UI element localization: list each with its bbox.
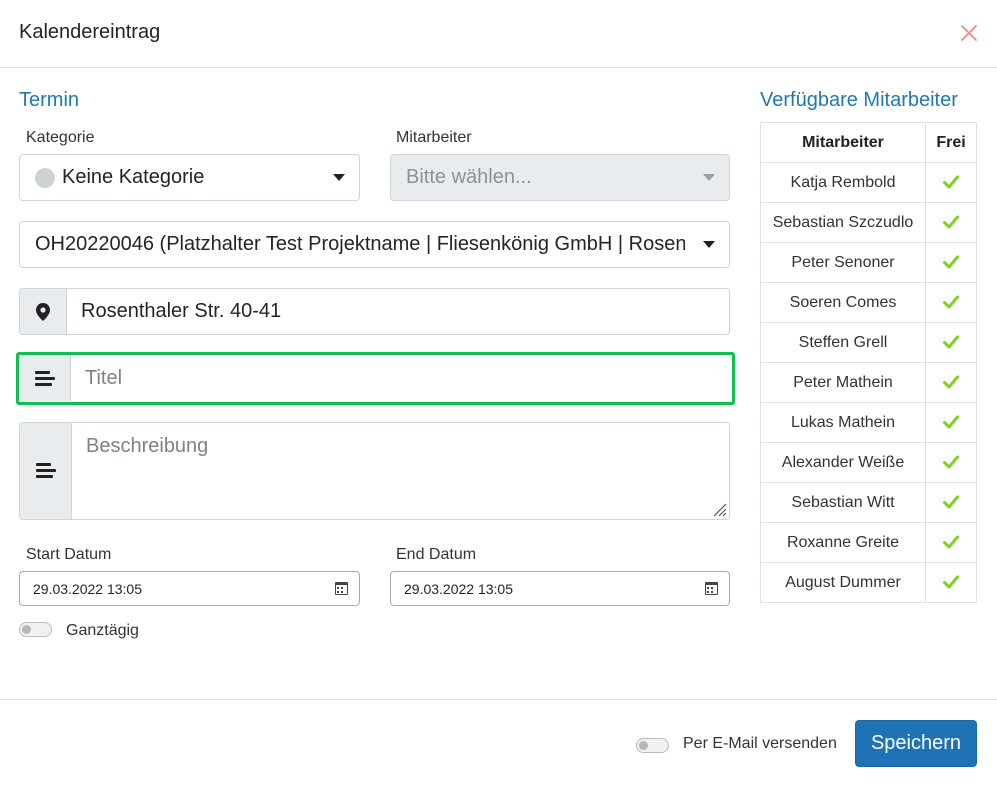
column-header-employee: Mitarbeiter bbox=[760, 122, 926, 163]
check-icon bbox=[943, 415, 959, 429]
check-icon bbox=[943, 375, 959, 389]
email-label: Per E-Mail versenden bbox=[683, 735, 837, 752]
free-status-cell bbox=[925, 202, 977, 243]
table-row: Alexander Weiße bbox=[760, 442, 977, 483]
start-date-value: 29.03.2022 13:05 bbox=[33, 580, 142, 597]
employee-name-cell: Soeren Comes bbox=[760, 282, 926, 323]
allday-label: Ganztägig bbox=[66, 622, 139, 639]
title-input-group: Titel bbox=[16, 352, 735, 405]
description-textarea[interactable]: Beschreibung bbox=[72, 423, 729, 519]
calendar-icon[interactable] bbox=[705, 582, 718, 595]
check-icon bbox=[943, 175, 959, 189]
free-status-cell bbox=[925, 522, 977, 563]
category-select-value: Keine Kategorie bbox=[62, 166, 205, 188]
table-row: Lukas Mathein bbox=[760, 402, 977, 443]
category-color-dot bbox=[35, 167, 55, 188]
free-status-cell bbox=[925, 322, 977, 363]
employee-name-cell: August Dummer bbox=[760, 562, 926, 603]
project-select[interactable]: OH20220046 (Platzhalter Test Projektname… bbox=[19, 221, 730, 268]
resize-handle-icon[interactable] bbox=[709, 499, 727, 517]
table-row: Sebastian Szczudlo bbox=[760, 202, 977, 243]
start-date-input[interactable]: 29.03.2022 13:05 bbox=[19, 571, 360, 606]
project-select-value: OH20220046 (Platzhalter Test Projektname… bbox=[35, 233, 685, 255]
chevron-down-icon bbox=[703, 241, 715, 248]
title-input[interactable]: Titel bbox=[71, 355, 122, 402]
check-icon bbox=[943, 335, 959, 349]
modal-header: Kalendereintrag bbox=[0, 0, 997, 68]
table-row: Roxanne Greite bbox=[760, 522, 977, 563]
table-row: Soeren Comes bbox=[760, 282, 977, 323]
employee-name-cell: Alexander Weiße bbox=[760, 442, 926, 483]
check-icon bbox=[943, 575, 959, 589]
table-row: Peter Senoner bbox=[760, 242, 977, 283]
free-status-cell bbox=[925, 362, 977, 403]
description-addon bbox=[20, 423, 72, 519]
address-input-group: Rosenthaler Str. 40-41 bbox=[19, 288, 730, 335]
align-left-icon bbox=[35, 463, 56, 479]
chevron-down-icon bbox=[333, 174, 345, 181]
table-row: Sebastian Witt bbox=[760, 482, 977, 523]
chevron-down-icon bbox=[703, 174, 715, 181]
end-date-input[interactable]: 29.03.2022 13:05 bbox=[390, 571, 730, 606]
free-status-cell bbox=[925, 242, 977, 283]
table-header-row: Mitarbeiter Frei bbox=[760, 122, 977, 163]
modal-footer bbox=[0, 699, 997, 785]
allday-toggle[interactable] bbox=[19, 622, 52, 637]
available-section-title: Verfügbare Mitarbeiter bbox=[760, 89, 958, 111]
employee-select[interactable]: Bitte wählen... bbox=[390, 154, 730, 201]
table-row: Steffen Grell bbox=[760, 322, 977, 363]
end-date-value: 29.03.2022 13:05 bbox=[404, 580, 513, 597]
check-icon bbox=[943, 455, 959, 469]
free-status-cell bbox=[925, 482, 977, 523]
employee-name-cell: Katja Rembold bbox=[760, 162, 926, 203]
map-marker-icon bbox=[36, 302, 50, 321]
title-addon bbox=[19, 355, 71, 402]
check-icon bbox=[943, 495, 959, 509]
address-input[interactable]: Rosenthaler Str. 40-41 bbox=[67, 289, 281, 334]
check-icon bbox=[943, 295, 959, 309]
employee-label: Mitarbeiter bbox=[396, 129, 472, 146]
employee-name-cell: Roxanne Greite bbox=[760, 522, 926, 563]
table-row: Katja Rembold bbox=[760, 162, 977, 203]
available-employees-table: Mitarbeiter Frei Katja Rembold Sebastian … bbox=[760, 122, 977, 603]
check-icon bbox=[943, 215, 959, 229]
description-placeholder: Beschreibung bbox=[86, 435, 209, 457]
employee-name-cell: Peter Senoner bbox=[760, 242, 926, 283]
termin-section-title: Termin bbox=[19, 89, 80, 111]
available-employees-body: Katja Rembold Sebastian Szczudlo Peter Sen… bbox=[760, 162, 977, 603]
employee-name-cell: Peter Mathein bbox=[760, 362, 926, 403]
check-icon bbox=[943, 255, 959, 269]
employee-name-cell: Sebastian Szczudlo bbox=[760, 202, 926, 243]
toggle-knob bbox=[639, 741, 648, 750]
end-date-label: End Datum bbox=[396, 546, 477, 563]
column-header-free: Frei bbox=[925, 122, 977, 163]
employee-name-cell: Lukas Mathein bbox=[760, 402, 926, 443]
calendar-icon[interactable] bbox=[335, 582, 348, 595]
employee-name-cell: Steffen Grell bbox=[760, 322, 926, 363]
free-status-cell bbox=[925, 562, 977, 603]
employee-select-placeholder: Bitte wählen... bbox=[406, 166, 532, 188]
table-row: Peter Mathein bbox=[760, 362, 977, 403]
modal-title: Kalendereintrag bbox=[19, 21, 161, 43]
toggle-knob bbox=[22, 625, 31, 634]
table-row: August Dummer bbox=[760, 562, 977, 603]
email-toggle[interactable] bbox=[636, 738, 669, 753]
description-input-group: Beschreibung bbox=[19, 422, 730, 520]
check-icon bbox=[943, 535, 959, 549]
free-status-cell bbox=[925, 442, 977, 483]
free-status-cell bbox=[925, 402, 977, 443]
save-button[interactable]: Speichern bbox=[855, 720, 977, 767]
free-status-cell bbox=[925, 162, 977, 203]
category-select[interactable]: Keine Kategorie bbox=[19, 154, 360, 201]
free-status-cell bbox=[925, 282, 977, 323]
address-addon bbox=[20, 289, 67, 334]
start-date-label: Start Datum bbox=[26, 546, 112, 563]
employee-name-cell: Sebastian Witt bbox=[760, 482, 926, 523]
category-label: Kategorie bbox=[26, 129, 95, 146]
align-left-icon bbox=[34, 370, 55, 387]
close-icon[interactable] bbox=[957, 21, 981, 45]
